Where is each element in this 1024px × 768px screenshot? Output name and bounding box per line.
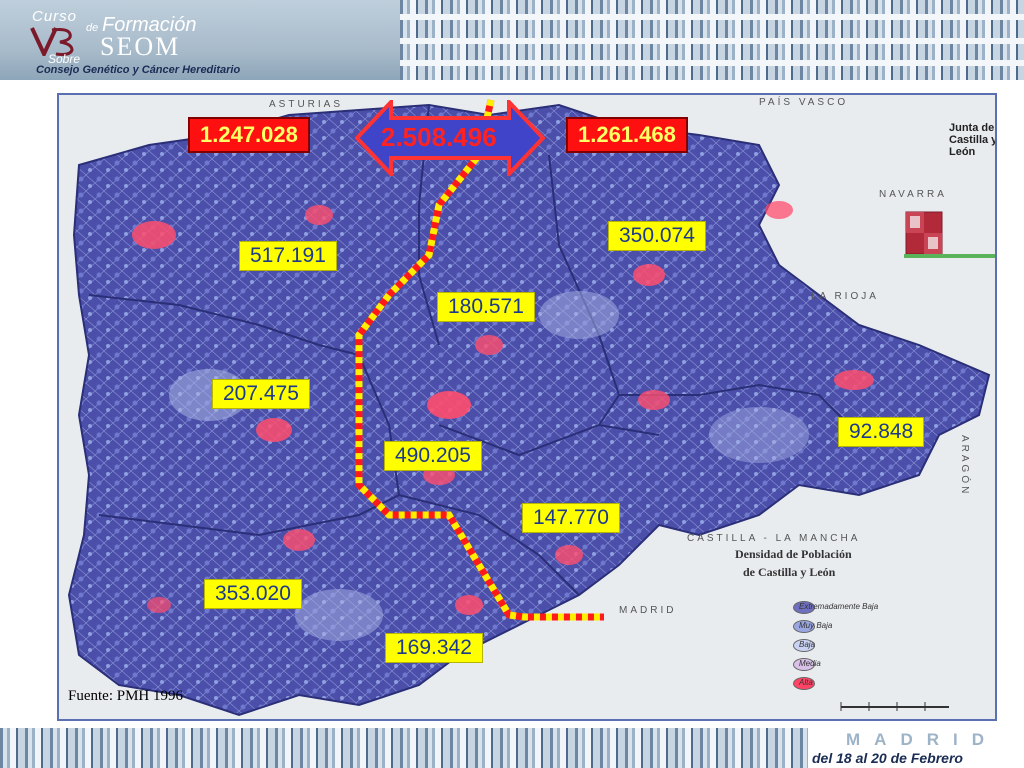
legend-label: Media xyxy=(799,659,821,668)
label-madrid: MADRID xyxy=(619,605,677,616)
province-value-palencia: 180.571 xyxy=(437,292,535,322)
province-value-leon: 517.191 xyxy=(239,241,337,271)
province-value-segovia: 147.770 xyxy=(522,503,620,533)
legend-label: Alta xyxy=(799,678,813,687)
west-total: 1.247.028 xyxy=(188,117,310,153)
stripe-band xyxy=(400,14,1024,20)
footer-city: MADRID xyxy=(846,730,998,749)
province-value-valladolid: 490.205 xyxy=(384,441,482,471)
label-castilla-la-mancha: CASTILLA - LA MANCHA xyxy=(687,533,861,544)
province-value-burgos: 350.074 xyxy=(608,221,706,251)
label-navarra: NAVARRA xyxy=(879,189,947,200)
legend-label: Muy Baja xyxy=(799,621,833,630)
total-population: 2.508.496 xyxy=(381,122,497,152)
junta-emblem xyxy=(904,210,995,260)
legend-title-line2: de Castilla y León xyxy=(743,565,836,579)
header-banner: Curso de Formación SEOM Sobre Consejo Ge… xyxy=(0,0,1024,80)
label-la-rioja: LA RIOJA xyxy=(811,291,879,302)
label-pais-vasco: PAÍS VASCO xyxy=(759,97,849,108)
population-map: ASTURIAS PAÍS VASCO NAVARRA LA RIOJA ARA… xyxy=(57,93,997,721)
logo-subtitle: Consejo Genético y Cáncer Hereditario xyxy=(36,64,241,76)
coat-of-arms-icon xyxy=(905,211,943,255)
legend-label: Extremadamente Baja xyxy=(799,602,879,611)
junta-emblem-text: Junta de Castilla y León xyxy=(949,122,997,158)
province-value-salamanca: 353.020 xyxy=(204,579,302,609)
header-stripes xyxy=(400,0,1024,80)
logo-seom-text: SEOM xyxy=(100,32,181,61)
label-aragon: ARAGÓN xyxy=(959,435,970,497)
scale-bar xyxy=(840,702,949,711)
legend-label: Baja xyxy=(799,640,816,649)
stripe-band xyxy=(400,38,1024,44)
logo-de-text: de xyxy=(86,22,99,34)
footer-dates: del 18 al 20 de Febrero xyxy=(812,750,963,766)
label-asturias: ASTURIAS xyxy=(269,99,344,110)
legend-title-line1: Densidad de Población xyxy=(735,547,852,561)
stripe-band xyxy=(400,60,1024,66)
east-total: 1.261.468 xyxy=(566,117,688,153)
logo-curso-text: Curso xyxy=(32,8,78,25)
seom-logo: Curso de Formación SEOM Sobre Consejo Ge… xyxy=(0,0,400,80)
province-value-soria: 92.848 xyxy=(838,417,925,447)
province-value-avila: 169.342 xyxy=(385,633,483,663)
source-note: Fuente: PMH 1996 xyxy=(68,688,184,704)
map-svg xyxy=(67,99,991,717)
province-value-zamora: 207.475 xyxy=(212,379,310,409)
